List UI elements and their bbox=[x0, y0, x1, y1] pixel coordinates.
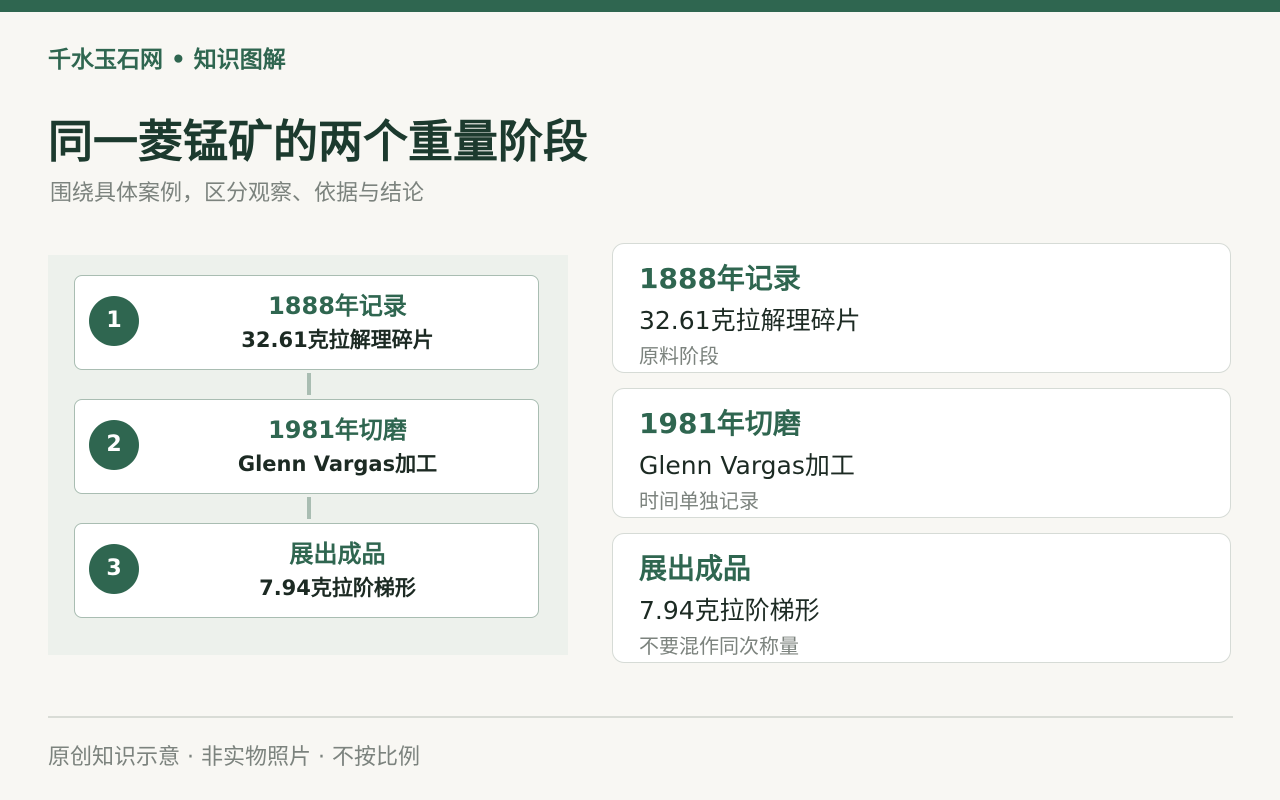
step-title: 展出成品 bbox=[289, 540, 386, 568]
flow-panel: 1 1888年记录 32.61克拉解理碎片 2 1981年切磨 Glenn Va… bbox=[48, 255, 568, 655]
info-card-3: 展出成品 7.94克拉阶梯形 不要混作同次称量 bbox=[612, 533, 1231, 663]
step-detail: 7.94克拉阶梯形 bbox=[259, 576, 416, 600]
info-card-1: 1888年记录 32.61克拉解理碎片 原料阶段 bbox=[612, 243, 1231, 373]
flow-step-3: 3 展出成品 7.94克拉阶梯形 bbox=[74, 523, 539, 618]
flow-connector bbox=[307, 497, 311, 519]
card-note: 不要混作同次称量 bbox=[639, 634, 799, 658]
flow-connector bbox=[307, 373, 311, 395]
flow-step-1: 1 1888年记录 32.61克拉解理碎片 bbox=[74, 275, 539, 370]
card-detail: Glenn Vargas加工 bbox=[639, 451, 855, 480]
card-note: 时间单独记录 bbox=[639, 489, 759, 513]
card-detail: 32.61克拉解理碎片 bbox=[639, 306, 861, 335]
card-title: 展出成品 bbox=[639, 552, 752, 585]
info-card-2: 1981年切磨 Glenn Vargas加工 时间单独记录 bbox=[612, 388, 1231, 518]
footer-divider bbox=[48, 716, 1233, 718]
step-detail: Glenn Vargas加工 bbox=[237, 452, 438, 476]
flow-step-2: 2 1981年切磨 Glenn Vargas加工 bbox=[74, 399, 539, 494]
page-title: 同一菱锰矿的两个重量阶段 bbox=[48, 115, 589, 168]
step-number-badge: 2 bbox=[89, 420, 139, 470]
card-note: 原料阶段 bbox=[639, 344, 719, 368]
step-number-badge: 1 bbox=[89, 296, 139, 346]
step-title: 1981年切磨 bbox=[268, 416, 407, 444]
card-title: 1888年记录 bbox=[639, 262, 801, 295]
top-accent-bar bbox=[0, 0, 1280, 12]
card-title: 1981年切磨 bbox=[639, 407, 801, 440]
step-title: 1888年记录 bbox=[268, 292, 407, 320]
card-detail: 7.94克拉阶梯形 bbox=[639, 596, 820, 625]
footer-note: 原创知识示意 · 非实物照片 · 不按比例 bbox=[48, 745, 420, 770]
site-brand: 千水玉石网 • 知识图解 bbox=[48, 47, 286, 73]
step-number-badge: 3 bbox=[89, 544, 139, 594]
step-detail: 32.61克拉解理碎片 bbox=[241, 328, 434, 352]
page-subtitle: 围绕具体案例，区分观察、依据与结论 bbox=[50, 181, 425, 206]
